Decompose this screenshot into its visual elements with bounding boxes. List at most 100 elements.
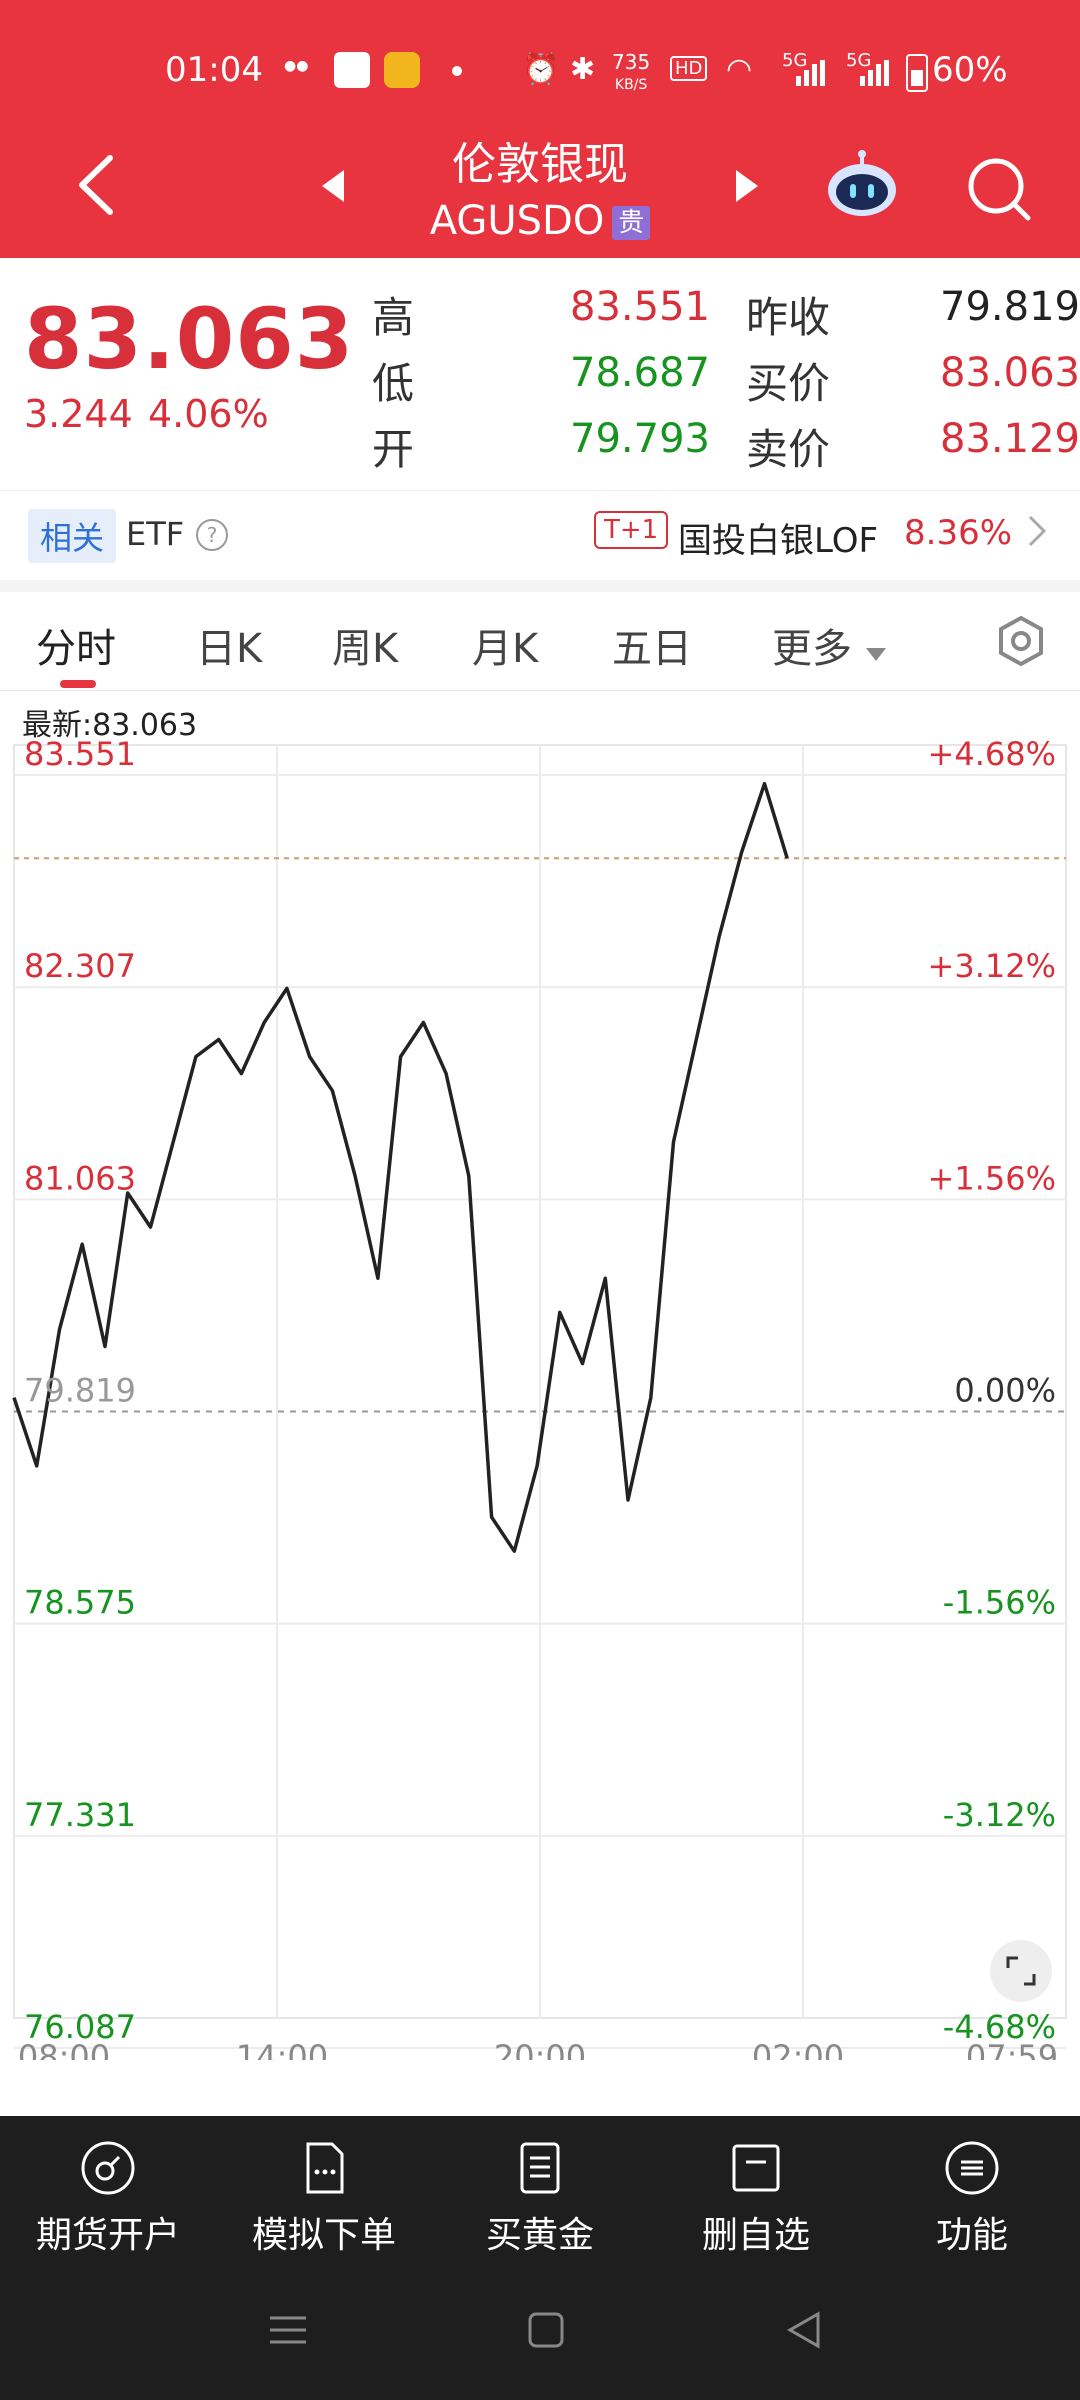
wifi-icon: ◠ [726,52,753,87]
fullscreen-icon [1006,1956,1036,1986]
menu-lines-icon [270,2316,306,2344]
system-back-button[interactable] [784,2310,824,2354]
account-icon [81,2141,135,2195]
robot-icon [828,150,896,216]
y-axis-right-label: -3.12% [943,1796,1056,1834]
menu-circle-icon [945,2141,999,2195]
home-square-icon [528,2312,564,2348]
related-etf-strip[interactable]: 相关 ETF ? T+1 国投白银LOF 8.36% [0,490,1080,581]
prev-close-value: 79.819 [940,284,1080,330]
tab-monthly-k[interactable]: 月K [472,616,538,674]
price-change-percent: 4.06% [148,392,269,436]
price-change: 3.244 [24,392,133,436]
precious-metal-tag: 贵 [612,206,651,240]
open-label: 开 [372,425,415,474]
y-axis-left-label: 81.063 [24,1159,136,1197]
ask-label: 卖价 [746,425,831,474]
tab-intraday[interactable]: 分时 [36,616,116,674]
tabs-divider [0,690,1080,691]
caret-right-icon [736,170,758,202]
prev-close-label: 昨收 [746,293,831,342]
symbol-code: AGUSDO [429,198,605,244]
back-triangle-icon [786,2311,820,2349]
simulated-order-button[interactable]: 模拟下单 [216,2140,432,2258]
next-symbol-button[interactable] [732,168,762,204]
tab-weekly-k[interactable]: 周K [332,616,398,674]
hd-badge: HD [670,56,708,81]
remove-watchlist-label: 删自选 [701,2215,810,2256]
related-tag: 相关 [28,509,117,563]
bottom-action-bar: 期货开户 模拟下单 买黄金 删自选 功能 [0,2116,1080,2400]
fullscreen-button[interactable] [990,1940,1052,2002]
chart-y-right-labels: +4.68%+3.12%+1.56%0.00%-1.56%-3.12%-4.68… [928,735,1056,2046]
remove-watchlist-button[interactable]: 删自选 [648,2140,864,2258]
bid-value: 83.063 [940,350,1080,396]
y-axis-left-label: 82.307 [24,947,136,985]
x-axis-label: 20:00 [494,2038,586,2060]
ask-value: 83.129 [940,416,1080,462]
y-axis-right-label: +3.12% [928,947,1056,985]
y-axis-left-label: 83.551 [24,735,136,773]
functions-button[interactable]: 功能 [864,2140,1080,2258]
alarm-icon: ⏰ [522,52,560,87]
signal1-icon [790,60,830,86]
etf-label: ETF [126,515,185,553]
y-axis-right-label: -1.56% [943,1584,1056,1622]
help-icon[interactable]: ? [196,519,228,551]
symbol-code-row: AGUSDO 贵 [0,198,1080,244]
assistant-robot-button[interactable] [824,150,900,222]
net-speed: 735 KB/S [612,52,650,95]
futures-account-button[interactable]: 期货开户 [0,2140,216,2258]
chevron-right-icon [1024,511,1048,551]
battery-icon [906,54,928,92]
fund-change: 8.36% [904,513,1013,553]
tab-more[interactable]: 更多 [772,616,887,674]
tab-daily-k[interactable]: 日K [196,616,262,674]
net-speed-unit: KB/S [614,77,648,93]
y-axis-left-label: 79.819 [24,1372,136,1410]
x-axis-label: 02:00 [752,2038,844,2060]
tab-more-label: 更多 [772,626,852,672]
buy-gold-button[interactable]: 买黄金 [432,2140,648,2258]
functions-label: 功能 [935,2215,1008,2256]
battery-percent: 60% [932,50,1008,90]
chart-y-left-labels: 83.55182.30781.06379.81978.57577.33176.0… [24,735,136,2046]
net-speed-value: 735 [612,50,651,74]
settings-hexagon-icon [999,615,1043,667]
futures-account-label: 期货开户 [35,2215,180,2256]
t1-badge: T+1 [594,511,669,549]
low-label: 低 [372,359,415,408]
y-axis-left-label: 77.331 [24,1796,136,1834]
tab-five-day[interactable]: 五日 [612,616,692,674]
high-label: 高 [372,293,415,342]
search-icon [968,158,1031,221]
y-axis-right-label: +4.68% [928,735,1056,773]
chart-settings-button[interactable] [994,614,1048,668]
status-bar: 01:04 ●● ⏰ ✱ 735 KB/S HD ◠ 5G 5G 60% [0,0,1080,140]
x-axis-label: 08:00 [18,2038,110,2060]
tab-active-indicator [60,680,96,688]
x-axis-label: 14:00 [236,2038,328,2060]
minus-square-icon [732,2144,780,2192]
news-app-icon [334,52,370,88]
x-axis-label: 07:59 [966,2038,1058,2060]
document-icon [306,2142,344,2194]
notification-app-icon: ●● [284,58,309,74]
dot-indicator-icon [452,66,462,76]
buy-gold-label: 买黄金 [485,2215,594,2256]
y-axis-right-label: 0.00% [954,1372,1056,1410]
symbol-name: 伦敦银现 [452,139,628,190]
status-time: 01:04 [165,50,263,90]
divider [0,580,1080,592]
list-icon [520,2142,560,2194]
home-button[interactable] [526,2310,566,2354]
bid-label: 买价 [746,359,831,408]
recent-apps-button[interactable] [268,2310,308,2354]
search-button[interactable] [964,154,1034,224]
simulated-order-label: 模拟下单 [251,2215,396,2256]
intraday-chart[interactable]: 83.55182.30781.06379.81978.57577.33176.0… [0,700,1080,2060]
weibo-app-icon [384,52,420,88]
last-price: 83.063 [24,290,355,388]
y-axis-left-label: 78.575 [24,1584,136,1622]
signal2-icon [854,60,894,86]
